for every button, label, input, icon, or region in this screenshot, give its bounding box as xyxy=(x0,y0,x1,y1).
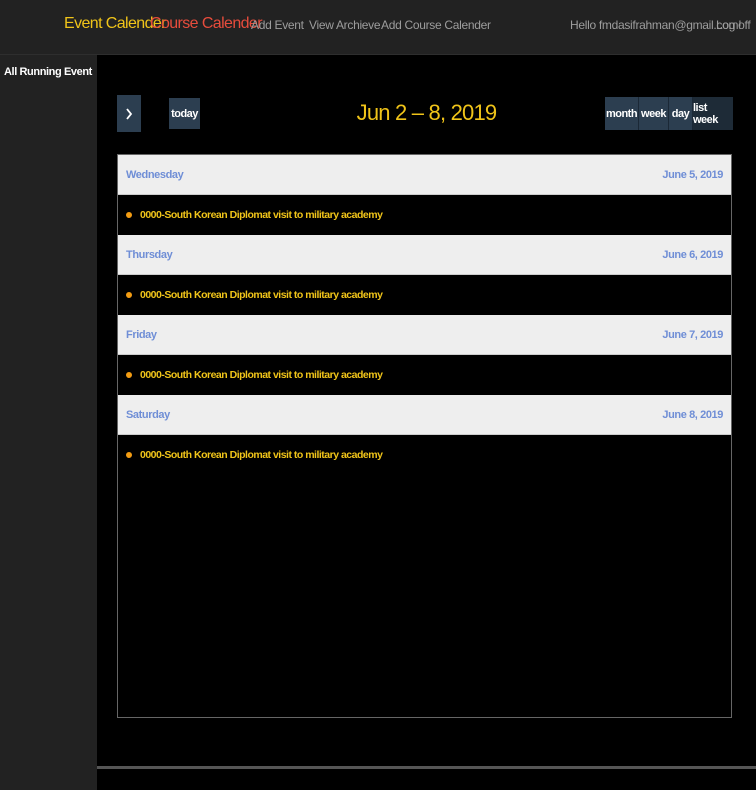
view-button-group: month week day list week xyxy=(605,97,733,130)
event-dot-icon xyxy=(126,452,132,458)
day-header-saturday: Saturday June 8, 2019 xyxy=(118,395,731,435)
view-listweek-button[interactable]: list week xyxy=(692,97,733,130)
sidebar: All Running Event xyxy=(0,55,97,790)
nav-logoff[interactable]: Log off xyxy=(716,18,751,32)
event-dot-icon xyxy=(126,372,132,378)
day-date[interactable]: June 6, 2019 xyxy=(662,249,723,261)
day-header-thursday: Thursday June 6, 2019 xyxy=(118,235,731,275)
footer-divider xyxy=(97,766,756,769)
event-title[interactable]: 0000-South Korean Diplomat visit to mili… xyxy=(140,449,383,461)
calendar-list-view: Wednesday June 5, 2019 0000-South Korean… xyxy=(117,154,732,718)
event-title[interactable]: 0000-South Korean Diplomat visit to mili… xyxy=(140,369,383,381)
view-week-button[interactable]: week xyxy=(638,97,668,130)
nav-add-event[interactable]: Add Event xyxy=(251,18,304,32)
day-name[interactable]: Saturday xyxy=(126,409,170,421)
view-day-button[interactable]: day xyxy=(668,97,692,130)
day-date[interactable]: June 7, 2019 xyxy=(662,329,723,341)
day-date[interactable]: June 5, 2019 xyxy=(662,169,723,181)
main-content: today Jun 2 – 8, 2019 month week day lis… xyxy=(97,55,756,790)
day-header-friday: Friday June 7, 2019 xyxy=(118,315,731,355)
day-header-wednesday: Wednesday June 5, 2019 xyxy=(118,155,731,195)
event-title[interactable]: 0000-South Korean Diplomat visit to mili… xyxy=(140,289,383,301)
nav-add-course-calendar[interactable]: Add Course Calender xyxy=(381,18,491,32)
event-item[interactable]: 0000-South Korean Diplomat visit to mili… xyxy=(118,355,731,395)
event-title[interactable]: 0000-South Korean Diplomat visit to mili… xyxy=(140,209,383,221)
event-item[interactable]: 0000-South Korean Diplomat visit to mili… xyxy=(118,275,731,315)
day-name[interactable]: Thursday xyxy=(126,249,173,261)
top-navbar: Event Calender Course Calender Add Event… xyxy=(0,0,756,55)
day-name[interactable]: Wednesday xyxy=(126,169,184,181)
event-item[interactable]: 0000-South Korean Diplomat visit to mili… xyxy=(118,435,731,475)
day-date[interactable]: June 8, 2019 xyxy=(662,409,723,421)
brand-course-calendar[interactable]: Course Calender xyxy=(150,15,263,33)
day-name[interactable]: Friday xyxy=(126,329,157,341)
event-dot-icon xyxy=(126,212,132,218)
nav-view-archive[interactable]: View Archieve xyxy=(309,18,381,32)
view-month-button[interactable]: month xyxy=(605,97,638,130)
event-item[interactable]: 0000-South Korean Diplomat visit to mili… xyxy=(118,195,731,235)
event-dot-icon xyxy=(126,292,132,298)
sidebar-item-all-running-event[interactable]: All Running Event xyxy=(4,66,92,78)
